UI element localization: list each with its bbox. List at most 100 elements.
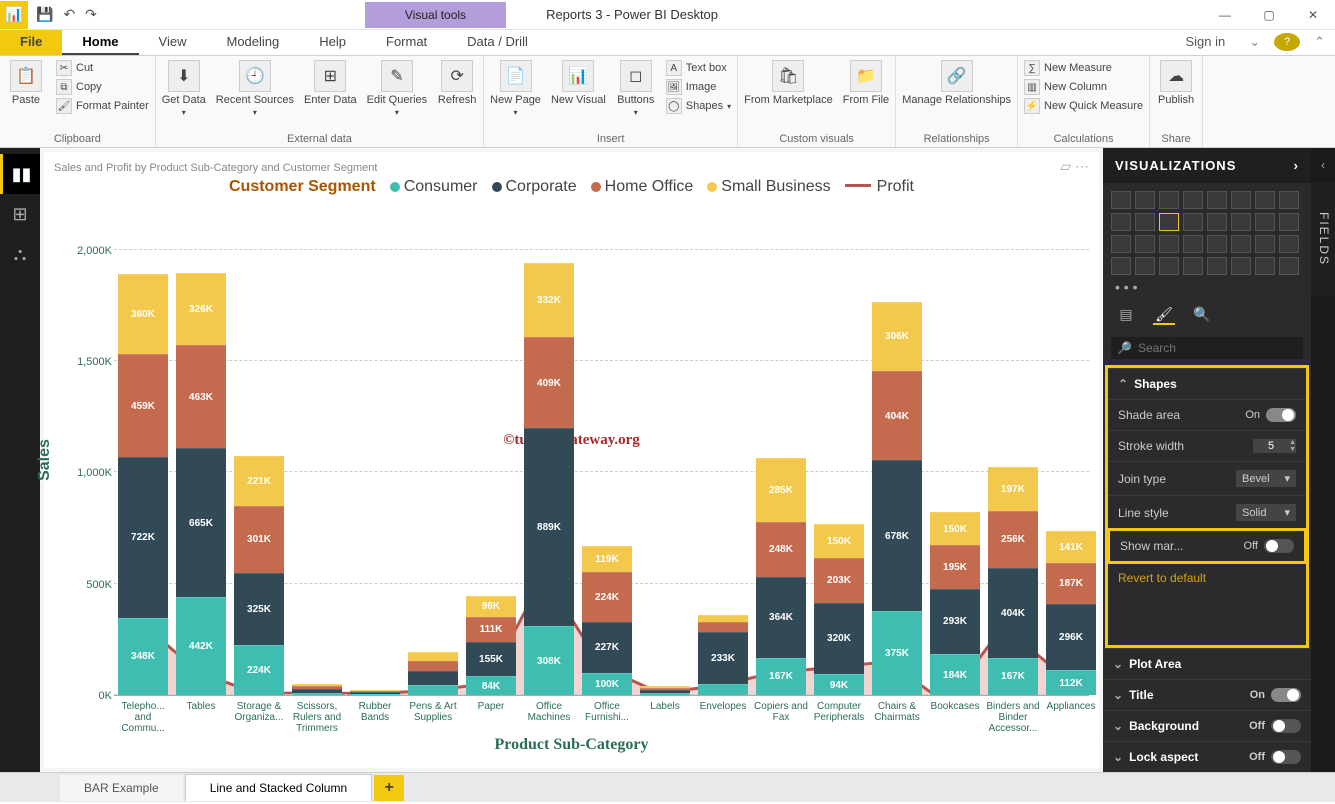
viz-type-icon[interactable] (1183, 191, 1203, 209)
viz-type-icon[interactable] (1231, 191, 1251, 209)
viz-type-icon[interactable] (1183, 235, 1203, 253)
analytics-tab-icon[interactable]: 🔍 (1191, 305, 1213, 325)
visualizations-header[interactable]: VISUALIZATIONS› (1103, 148, 1311, 183)
background-header[interactable]: ⌄Background Off (1103, 710, 1311, 741)
focus-mode-icon[interactable]: ▱ (1060, 158, 1071, 175)
viz-type-icon[interactable] (1279, 213, 1299, 231)
report-view-icon[interactable]: ▮▮ (0, 154, 40, 194)
new-column-button[interactable]: ▥New Column (1024, 79, 1143, 95)
viz-type-icon[interactable] (1111, 191, 1131, 209)
tab-view[interactable]: View (139, 30, 207, 55)
shapes-header[interactable]: ⌃Shapes (1108, 368, 1306, 399)
viz-type-icon[interactable] (1255, 191, 1275, 209)
shade-area-toggle[interactable] (1266, 408, 1296, 422)
cut-button[interactable]: ✂Cut (56, 60, 149, 76)
refresh-button[interactable]: ⟳Refresh (437, 60, 477, 106)
lock-aspect-toggle[interactable] (1271, 750, 1301, 764)
model-view-icon[interactable]: ⛬ (0, 234, 40, 274)
viz-type-icon[interactable] (1207, 257, 1227, 275)
enter-data-button[interactable]: ⊞Enter Data (304, 60, 357, 106)
undo-icon[interactable]: ↶ (63, 6, 75, 23)
plot-area-header[interactable]: ⌄Plot Area (1103, 648, 1311, 679)
viz-type-icon[interactable] (1231, 213, 1251, 231)
get-data-button[interactable]: ⬇Get Data▾ (162, 60, 206, 117)
viz-type-icon[interactable] (1111, 235, 1131, 253)
copy-button[interactable]: ⧉Copy (56, 79, 149, 95)
viz-type-icon[interactable] (1135, 235, 1155, 253)
sign-in-dropdown-icon[interactable]: ⌄ (1239, 30, 1270, 55)
manage-relationships-button[interactable]: 🔗Manage Relationships (902, 60, 1011, 106)
viz-type-icon[interactable] (1279, 235, 1299, 253)
collapse-ribbon-icon[interactable]: ⌃ (1304, 30, 1335, 55)
viz-type-icon[interactable] (1255, 235, 1275, 253)
new-page-button[interactable]: 📄New Page▾ (490, 60, 541, 117)
fields-panel-collapsed[interactable]: ‹ FIELDS (1311, 148, 1335, 772)
collapse-icon[interactable]: › (1294, 158, 1299, 173)
viz-type-icon[interactable] (1159, 191, 1179, 209)
tab-datadrill[interactable]: Data / Drill (447, 30, 548, 55)
viz-type-icon[interactable] (1255, 213, 1275, 231)
join-type-dropdown[interactable]: Bevel▾ (1236, 470, 1296, 487)
paste-button[interactable]: 📋Paste (6, 60, 46, 106)
search-input[interactable] (1138, 341, 1297, 355)
add-sheet-button[interactable]: + (374, 775, 404, 801)
viz-type-icon[interactable] (1135, 257, 1155, 275)
help-icon[interactable]: ? (1274, 33, 1300, 51)
viz-type-icon[interactable] (1135, 191, 1155, 209)
tab-file[interactable]: File (0, 30, 62, 55)
viz-type-icon[interactable] (1207, 235, 1227, 253)
viz-type-icon[interactable] (1159, 257, 1179, 275)
textbox-button[interactable]: AText box (666, 60, 731, 76)
redo-icon[interactable]: ↷ (85, 6, 97, 23)
tab-modeling[interactable]: Modeling (206, 30, 299, 55)
image-button[interactable]: 🖼Image (666, 79, 731, 95)
background-toggle[interactable] (1271, 719, 1301, 733)
edit-queries-button[interactable]: ✎Edit Queries▾ (367, 60, 428, 117)
fields-tab-icon[interactable]: ▤ (1115, 305, 1137, 325)
visual-options-icon[interactable]: ⋯ (1075, 158, 1089, 175)
new-quick-measure-button[interactable]: ⚡New Quick Measure (1024, 98, 1143, 114)
from-file-button[interactable]: 📁From File (843, 60, 889, 106)
revert-to-default-link[interactable]: Revert to default (1108, 563, 1306, 593)
viz-type-icon[interactable] (1159, 235, 1179, 253)
line-style-dropdown[interactable]: Solid▾ (1236, 504, 1296, 521)
viz-type-icon[interactable] (1231, 257, 1251, 275)
tab-home[interactable]: Home (62, 30, 138, 55)
viz-type-icon[interactable] (1279, 257, 1299, 275)
stroke-width-input[interactable]: ▲▼ (1253, 439, 1296, 453)
viz-type-icon[interactable] (1279, 191, 1299, 209)
sheet-tab-line-stacked[interactable]: Line and Stacked Column (185, 774, 372, 801)
maximize-icon[interactable]: ▢ (1247, 0, 1291, 30)
format-painter-button[interactable]: 🖌Format Painter (56, 98, 149, 114)
shapes-button[interactable]: ◯Shapes▾ (666, 98, 731, 114)
viz-type-icon[interactable] (1207, 191, 1227, 209)
close-icon[interactable]: ✕ (1291, 0, 1335, 30)
minimize-icon[interactable]: — (1203, 0, 1247, 30)
publish-button[interactable]: ☁Publish (1156, 60, 1196, 106)
viz-type-icon[interactable] (1135, 213, 1155, 231)
viz-type-icon[interactable] (1255, 257, 1275, 275)
viz-type-icon[interactable] (1111, 257, 1131, 275)
new-visual-button[interactable]: 📊New Visual (551, 60, 606, 106)
data-view-icon[interactable]: ⊞ (0, 194, 40, 234)
chart-visual[interactable]: ▱⋯ Sales and Profit by Product Sub-Categ… (44, 152, 1099, 768)
viz-type-icon[interactable] (1231, 235, 1251, 253)
recent-sources-button[interactable]: 🕘Recent Sources▾ (216, 60, 294, 117)
title-header[interactable]: ⌄Title On (1103, 679, 1311, 710)
viz-type-icon[interactable] (1159, 213, 1179, 231)
tab-help[interactable]: Help (299, 30, 366, 55)
tab-format[interactable]: Format (366, 30, 447, 55)
sheet-tab-bar-example[interactable]: BAR Example (60, 775, 183, 801)
save-icon[interactable]: 💾 (36, 6, 53, 23)
viz-more-icon[interactable]: • • • (1111, 279, 1299, 295)
buttons-button[interactable]: ◻Buttons▾ (616, 60, 656, 117)
lock-aspect-header[interactable]: ⌄Lock aspect Off (1103, 741, 1311, 772)
viz-type-icon[interactable] (1183, 257, 1203, 275)
format-search[interactable]: 🔎 (1111, 337, 1303, 359)
title-toggle[interactable] (1271, 688, 1301, 702)
format-tab-icon[interactable]: 🖌 (1153, 305, 1175, 325)
expand-fields-icon[interactable]: ‹ (1311, 148, 1335, 182)
viz-type-icon[interactable] (1183, 213, 1203, 231)
new-measure-button[interactable]: ∑New Measure (1024, 60, 1143, 76)
show-marker-toggle[interactable] (1264, 539, 1294, 553)
